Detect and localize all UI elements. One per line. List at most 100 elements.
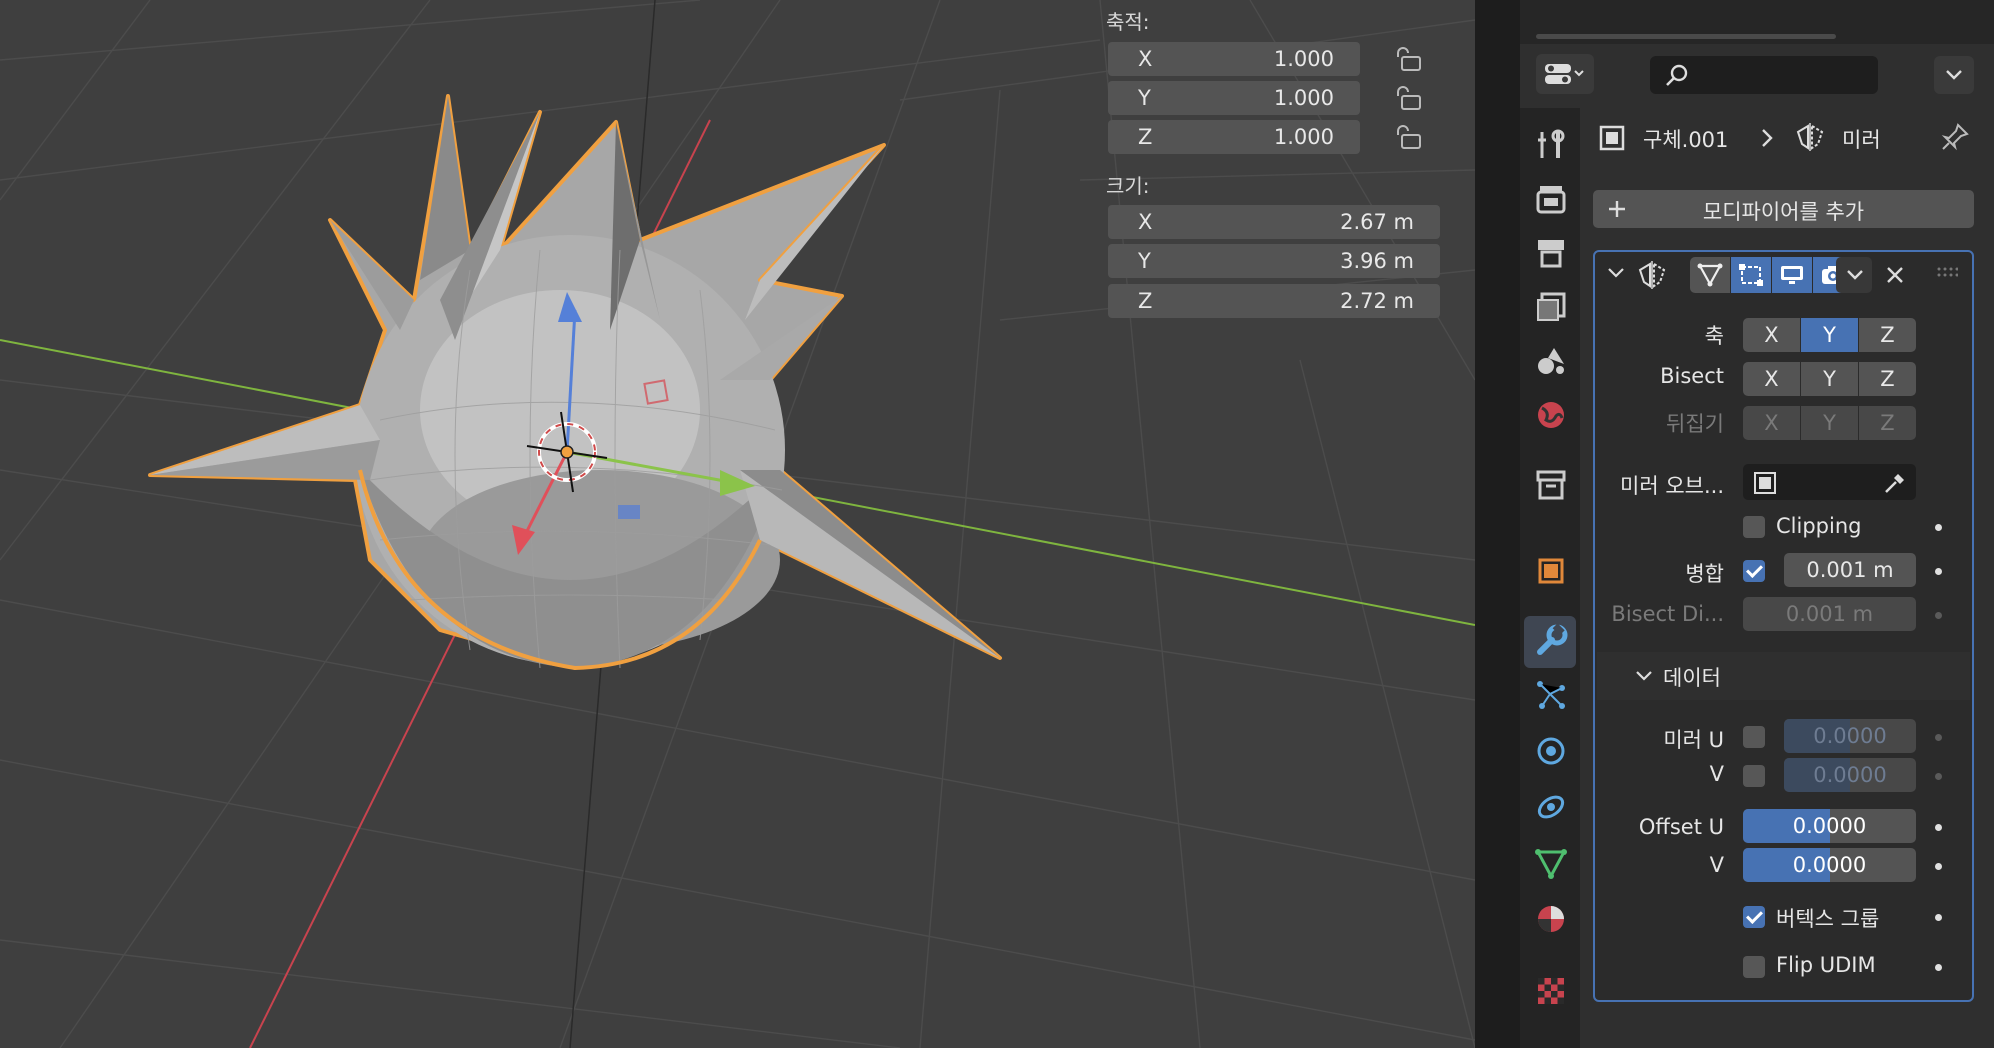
edit-mode-cage-toggle[interactable] [1690, 257, 1730, 293]
scale-x-field[interactable]: X 1.000 [1108, 42, 1360, 76]
collapse-chevron-icon[interactable] [1607, 266, 1625, 280]
view-layer-icon[interactable] [1534, 290, 1568, 324]
lock-icon[interactable] [1394, 46, 1424, 72]
flip-udim-checkbox[interactable] [1743, 956, 1765, 978]
axis-y-toggle[interactable]: Y [1801, 318, 1858, 352]
axis-label: Y [1138, 249, 1151, 273]
chevron-right-icon [1762, 129, 1773, 147]
mirror-object-field[interactable] [1743, 464, 1916, 500]
modifier-extras-dropdown[interactable] [1836, 257, 1872, 293]
axis-x-toggle[interactable]: X [1743, 318, 1800, 352]
axis-label: 축 [1704, 324, 1724, 348]
clipping-label: Clipping [1776, 514, 1862, 538]
constraints-icon[interactable] [1534, 790, 1568, 824]
modifier-icon[interactable] [1534, 624, 1568, 658]
data-subpanel-header[interactable]: 데이터 [1597, 652, 1970, 700]
bisect-y-toggle[interactable]: Y [1801, 362, 1858, 396]
output-icon[interactable] [1534, 236, 1568, 270]
mirror-v-slider[interactable]: 0.0000 [1784, 758, 1916, 792]
edit-mode-toggle[interactable] [1731, 257, 1771, 293]
viewport-scene[interactable] [0, 0, 1475, 1048]
keyframe-dot[interactable] [1935, 773, 1942, 780]
keyframe-dot[interactable] [1935, 734, 1942, 741]
scale-z-field[interactable]: Z 1.000 [1108, 120, 1360, 154]
mirror-object-label: 미러 오브... [1620, 474, 1724, 498]
keyframe-dot[interactable] [1935, 612, 1942, 619]
scrollbar[interactable] [1536, 34, 1836, 39]
offset-v-slider[interactable]: 0.0000 [1743, 848, 1916, 882]
chevron-down-icon [1636, 671, 1652, 681]
render-icon[interactable] [1534, 182, 1568, 216]
flip-y-toggle[interactable]: Y [1801, 406, 1858, 440]
keyframe-dot[interactable] [1935, 964, 1942, 971]
texture-icon[interactable] [1534, 974, 1568, 1008]
dimensions-y-field[interactable]: Y 3.96 m [1108, 244, 1440, 278]
vertex-groups-checkbox[interactable] [1743, 906, 1765, 928]
mirror-u-checkbox[interactable] [1743, 726, 1765, 748]
options-dropdown-button[interactable] [1934, 56, 1974, 94]
offset-v-label: V [1709, 853, 1724, 877]
breadcrumb-object: 구체.001 [1643, 128, 1729, 152]
editor-type-icon [1545, 64, 1584, 84]
axis-label: Y [1138, 86, 1151, 110]
bisect-distance-label: Bisect Di... [1611, 602, 1724, 626]
merge-label: 병합 [1685, 562, 1724, 586]
breadcrumb-modifier: 미러 [1842, 128, 1881, 152]
top-strip [1520, 0, 1994, 44]
flip-x-toggle[interactable]: X [1743, 406, 1800, 440]
add-modifier-label: 모디파이어를 추가 [1702, 200, 1865, 224]
mirror-u-slider[interactable]: 0.0000 [1784, 719, 1916, 753]
scene-icon[interactable] [1534, 344, 1568, 378]
scale-x-value: 1.000 [1273, 47, 1334, 71]
dimensions-label: 크기: [1106, 174, 1150, 198]
object-icon[interactable] [1534, 554, 1568, 588]
world-icon[interactable] [1534, 398, 1568, 432]
keyframe-dot[interactable] [1935, 863, 1942, 870]
particles-icon[interactable] [1534, 678, 1568, 712]
axis-label: X [1138, 47, 1153, 71]
lock-icon[interactable] [1394, 85, 1424, 111]
mesh-object-icon [1599, 125, 1625, 151]
collection-icon[interactable] [1534, 468, 1568, 502]
bisect-distance-field[interactable]: 0.001 m [1743, 597, 1916, 631]
keyframe-dot[interactable] [1935, 824, 1942, 831]
bisect-x-toggle[interactable]: X [1743, 362, 1800, 396]
bisect-label: Bisect [1660, 364, 1724, 388]
add-modifier-button[interactable]: 모디파이어를 추가 [1593, 190, 1974, 228]
axis-z-toggle[interactable]: Z [1859, 318, 1916, 352]
area-divider[interactable] [1475, 0, 1520, 1048]
dimensions-z-field[interactable]: Z 2.72 m [1108, 284, 1440, 318]
pin-icon[interactable] [1940, 122, 1970, 152]
offset-u-value: 0.0000 [1792, 814, 1867, 838]
3d-viewport[interactable]: 축적: X 1.000 Y 1.000 Z 1.000 크기: X 2.67 m… [0, 0, 1475, 1048]
material-icon[interactable] [1534, 902, 1568, 936]
drag-handle-icon[interactable] [1936, 266, 1958, 278]
close-icon[interactable] [1884, 264, 1906, 286]
dimensions-x-field[interactable]: X 2.67 m [1108, 205, 1440, 239]
keyframe-dot[interactable] [1935, 914, 1942, 921]
keyframe-dot[interactable] [1935, 524, 1942, 531]
lock-icon[interactable] [1394, 124, 1424, 150]
chevron-down-icon [1946, 70, 1962, 80]
offset-u-slider[interactable]: 0.0000 [1743, 809, 1916, 843]
clipping-checkbox[interactable] [1743, 516, 1765, 538]
flip-z-toggle[interactable]: Z [1859, 406, 1916, 440]
editor-type-button[interactable] [1536, 54, 1594, 94]
mirror-v-checkbox[interactable] [1743, 765, 1765, 787]
tool-icon[interactable] [1534, 128, 1568, 162]
spiky-sphere-object[interactable] [148, 94, 1002, 671]
data-icon[interactable] [1534, 846, 1568, 880]
physics-icon[interactable] [1534, 734, 1568, 768]
scale-label: 축적: [1106, 10, 1150, 34]
viewport-display-toggle[interactable] [1772, 257, 1812, 293]
search-icon [1666, 64, 1688, 86]
keyframe-dot[interactable] [1935, 568, 1942, 575]
mirror-modifier-icon [1796, 123, 1824, 151]
bisect-z-toggle[interactable]: Z [1859, 362, 1916, 396]
scale-y-field[interactable]: Y 1.000 [1108, 81, 1360, 115]
eyedropper-icon[interactable] [1882, 470, 1908, 496]
properties-tabs [1520, 108, 1580, 1048]
merge-checkbox[interactable] [1743, 560, 1765, 582]
merge-distance-field[interactable]: 0.001 m [1784, 553, 1916, 587]
search-input[interactable] [1650, 56, 1878, 94]
